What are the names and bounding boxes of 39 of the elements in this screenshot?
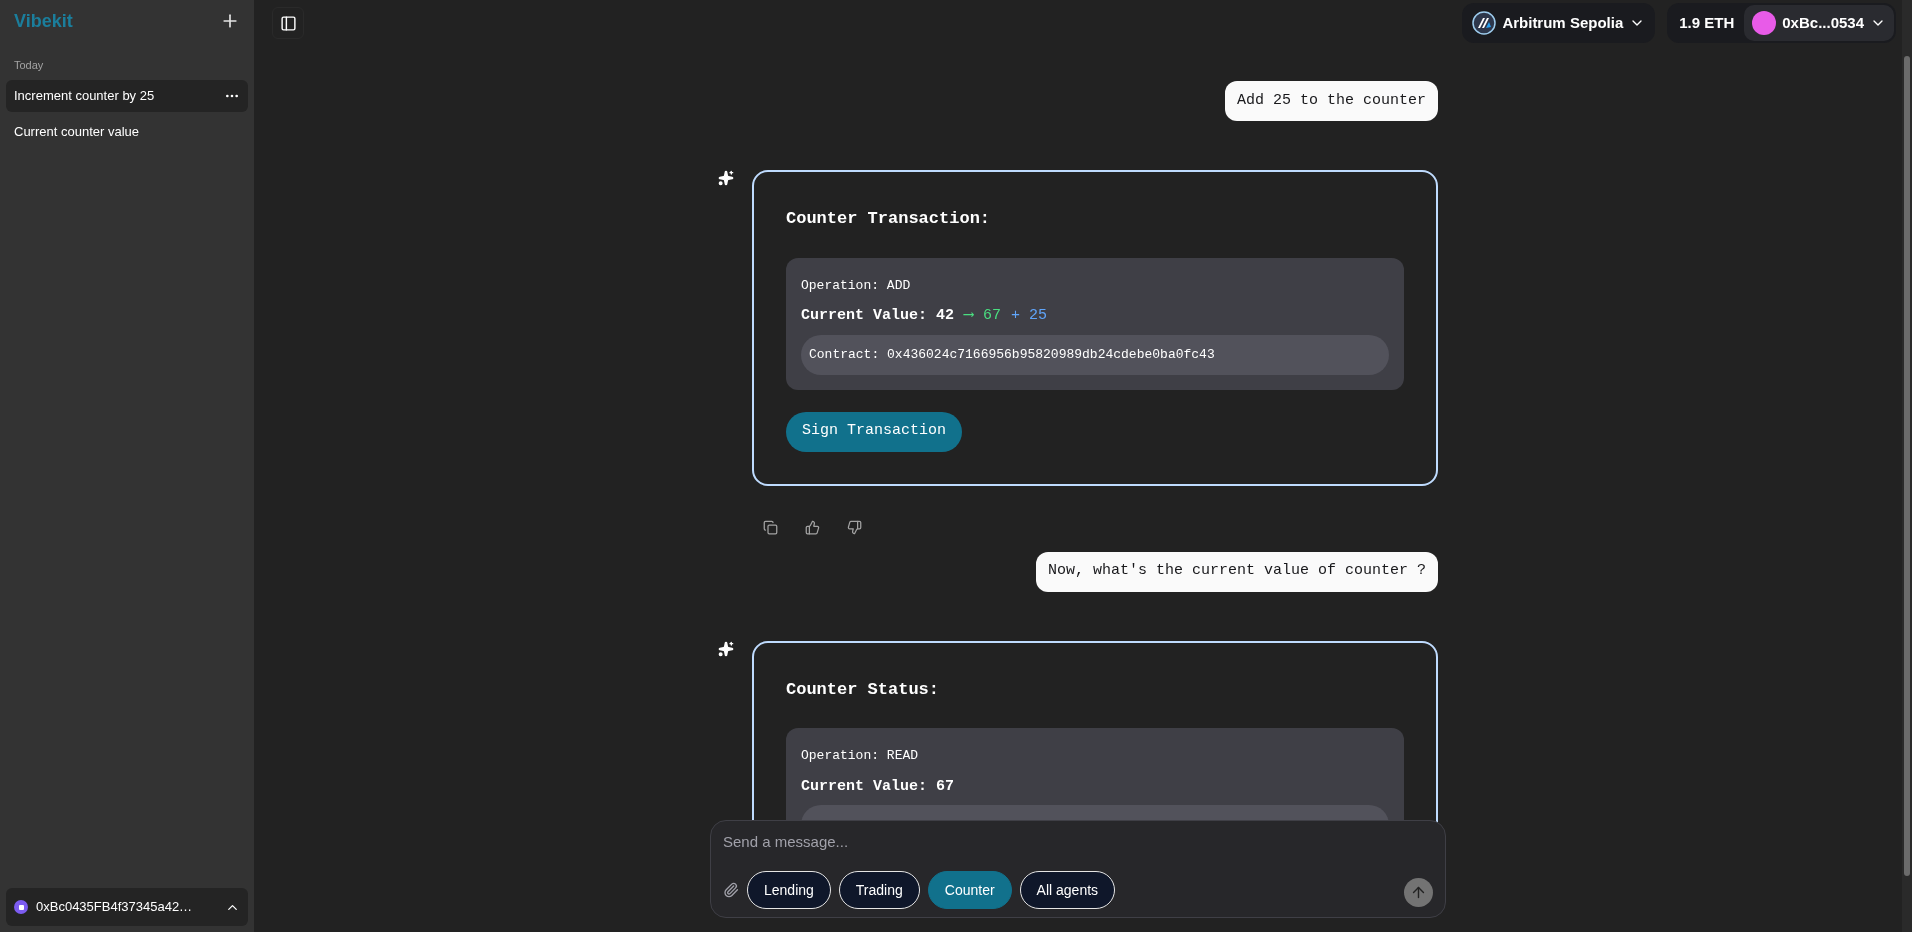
user-message: Now, what's the current value of counter ? [1035, 551, 1438, 592]
sidebar-toggle-button[interactable] [272, 7, 304, 39]
sparkle-icon [718, 640, 734, 657]
agent-chip[interactable]: Trading [838, 871, 920, 909]
chat-item[interactable]: Current counter value [6, 115, 248, 148]
copy-icon [762, 520, 778, 535]
agent-chip[interactable]: Lending [747, 871, 831, 909]
agent-chip[interactable]: All agents [1019, 871, 1116, 909]
attach-button[interactable] [723, 882, 739, 898]
network-button[interactable]: Arbitrum Sepolia [1462, 3, 1656, 43]
operation-text: Operation: ADD [801, 276, 912, 295]
sign-transaction-button[interactable]: Sign Transaction [786, 411, 963, 452]
scrollbar[interactable] [1902, 0, 1912, 932]
operation-text: Operation: READ [801, 747, 920, 765]
user-message: Add 25 to the counter [1224, 81, 1438, 121]
sidebar-toggle-icon [279, 14, 297, 32]
delta-text: + 25 [1011, 306, 1048, 326]
new-value-text: 67 [983, 306, 1002, 326]
card-title: Counter Status: [786, 678, 941, 701]
sparkle-icon [718, 170, 734, 186]
avatar-icon [14, 900, 28, 914]
agent-chip[interactable]: Counter [927, 871, 1012, 909]
send-button[interactable] [1404, 878, 1433, 907]
account-button[interactable]: 0xBc0435FB4f37345a42… [6, 888, 248, 926]
balance-text: 1.9 ETH [1679, 12, 1735, 33]
message-input[interactable]: Send a message... [723, 829, 1433, 853]
paperclip-icon [723, 882, 739, 898]
chat-item[interactable]: Increment counter by 25 [6, 79, 248, 112]
wallet-account-button[interactable]: 0xBc...0534 [1744, 5, 1894, 41]
thumbs-down-icon [846, 520, 862, 535]
value-text: Current Value: 42 [801, 306, 955, 326]
avatar-icon [1752, 11, 1777, 35]
contract-text: Contract: 0x436024c7166956b95820989db24cdebe0ba0fc43 [809, 345, 1215, 364]
section-label: Today [13, 58, 45, 73]
thumbs-up-icon [804, 520, 820, 535]
arrow-text: ⟶ [964, 306, 974, 326]
network-logo-icon [1472, 11, 1497, 35]
card-title: Counter Transaction: [786, 208, 992, 230]
value-text: Current Value: 67 [801, 776, 955, 797]
